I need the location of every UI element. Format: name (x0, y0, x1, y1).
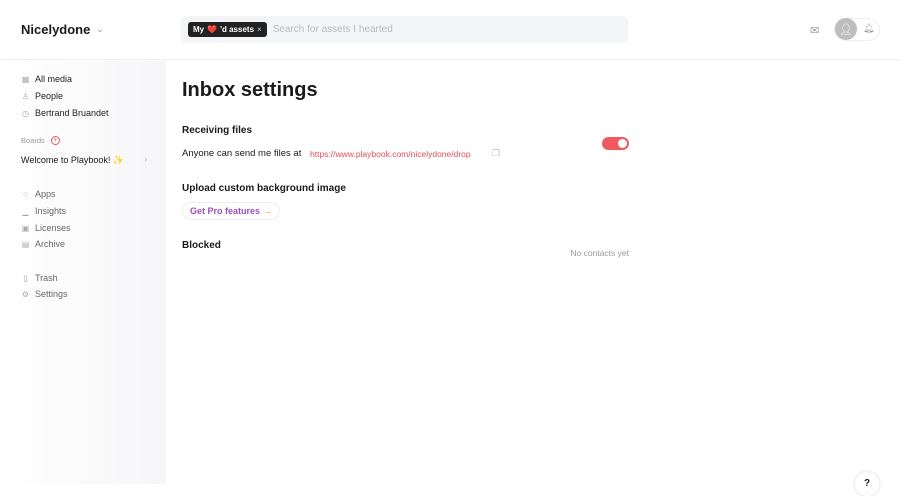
sidebar-item-apps[interactable]: ⁘ Apps (21, 189, 56, 199)
sidebar-item-insights[interactable]: ▁ Insights (21, 206, 66, 216)
chip-close-icon[interactable]: × (257, 25, 262, 34)
search-bar[interactable]: My ❤️'d assets × (181, 16, 628, 43)
workspace-switcher[interactable]: Nicelydone ⌄ (21, 22, 104, 37)
sidebar-item-licenses[interactable]: ▣ Licenses (21, 223, 71, 233)
chevron-down-icon: ⌄ (96, 24, 104, 34)
receiving-files-text: Anyone can send me files at (182, 148, 302, 159)
sidebar-item-user[interactable]: ◷ Bertrand Bruandet (21, 108, 109, 118)
page-title: Inbox settings (182, 79, 318, 101)
grid-icon: ▦ (21, 74, 30, 84)
sidebar-item-archive[interactable]: ▤ Archive (21, 239, 65, 249)
mail-icon[interactable]: ✉ (810, 24, 819, 37)
clock-icon: ◷ (22, 108, 29, 118)
sidebar-item-all-media[interactable]: ▦ All media (21, 74, 72, 84)
chart-icon: ▁ (22, 206, 29, 216)
receiving-files-heading: Receiving files (182, 125, 253, 136)
arrow-right-icon: → (263, 206, 273, 216)
sidebar-item-settings[interactable]: ⚙ Settings (21, 289, 68, 299)
add-board-icon[interactable]: + (50, 136, 60, 145)
upload-background-heading: Upload custom background image (182, 183, 346, 194)
board-label: Welcome to Playbook! ✨ (21, 155, 125, 165)
get-pro-label: Get Pro features (190, 206, 261, 216)
chip-label: My (193, 25, 205, 34)
sidebar-item-label: All media (35, 74, 73, 84)
top-bar: Nicelydone ⌄ My❤️'d assets× ✉ 👤︎ 🔔︎ (0, 0, 900, 60)
help-button[interactable]: ? (855, 472, 879, 496)
sidebar-item-label: Apps (35, 189, 56, 199)
sidebar-item-label: Bertrand Bruandet (35, 108, 109, 118)
drop-url-link[interactable]: https://www.playbook.com/nicelydone/drop (310, 149, 471, 159)
sidebar-item-people[interactable]: ♙ People (21, 91, 63, 101)
filter-chip[interactable]: My ❤️'d assets × (188, 22, 267, 37)
sidebar-board-item[interactable]: Welcome to Playbook! ✨ › (21, 155, 147, 166)
archive-icon: ▤ (21, 239, 30, 249)
sidebar-item-label: Archive (35, 239, 66, 249)
boards-label: Boards (21, 136, 45, 145)
sidebar-item-label: Settings (35, 289, 68, 299)
person-icon: ♙ (21, 91, 30, 101)
chip-label-suffix: 'd assets (220, 25, 255, 34)
copy-icon[interactable]: ❐ (492, 148, 500, 159)
heart-icon: ❤️ (207, 25, 218, 34)
sidebar-item-label: Trash (35, 273, 58, 283)
sidebar-item-label: Licenses (35, 223, 71, 233)
sidebar-item-label: People (35, 91, 64, 101)
license-icon: ▣ (21, 223, 30, 233)
bell-icon[interactable]: 🔔︎ (863, 23, 874, 34)
gear-icon: ⚙ (21, 289, 30, 299)
blocked-heading: Blocked (182, 240, 221, 251)
toggle-knob (618, 139, 627, 148)
chevron-right-icon[interactable]: › (144, 155, 147, 166)
sidebar-item-label: Insights (35, 206, 67, 216)
blocked-empty-state: No contacts yet (570, 248, 629, 258)
apps-icon: ⁘ (22, 189, 29, 199)
receiving-files-toggle[interactable] (602, 137, 629, 150)
sidebar-item-trash[interactable]: ▯ Trash (21, 273, 58, 283)
search-input[interactable] (272, 24, 573, 35)
workspace-name: Nicelydone (21, 22, 91, 37)
boards-header: Boards + (21, 136, 60, 145)
get-pro-button[interactable]: Get Pro features → (182, 202, 281, 220)
trash-icon: ▯ (23, 273, 28, 283)
avatar[interactable]: 👤︎ (835, 18, 857, 40)
